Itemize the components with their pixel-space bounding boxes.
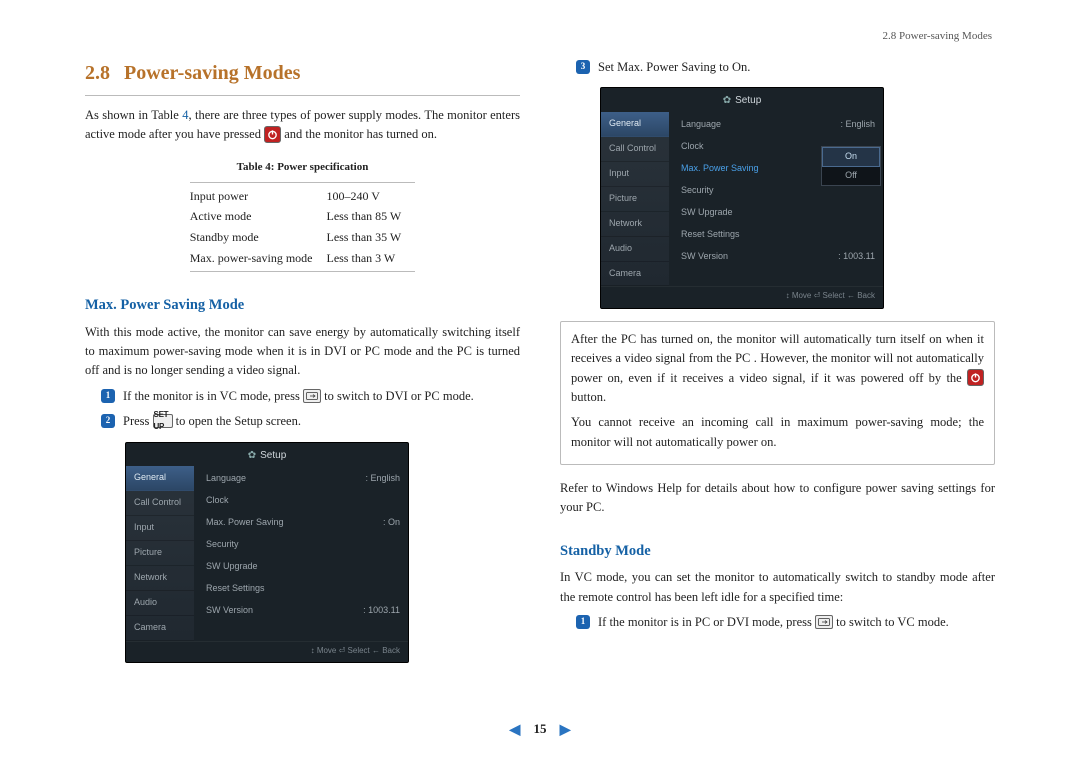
step-item: 1 If the monitor is in PC or DVI mode, p… <box>576 613 995 632</box>
standby-paragraph: In VC mode, you can set the monitor to a… <box>560 568 995 607</box>
subheading-standby: Standby Mode <box>560 540 995 562</box>
osd-side-item: Call Control <box>601 137 669 162</box>
osd-dropdown: On Off <box>821 146 881 186</box>
setup-button-icon: SET UP <box>153 414 173 428</box>
osd-option-on: On <box>822 147 880 167</box>
osd-sidebar: General Call Control Input Picture Netwo… <box>126 466 194 641</box>
osd-option-off: Off <box>822 167 880 185</box>
step-number-badge: 1 <box>101 389 115 403</box>
osd-side-item: General <box>601 112 669 137</box>
source-icon <box>303 389 321 403</box>
osd-side-item: Picture <box>126 541 194 566</box>
osd-side-item: Camera <box>126 616 194 641</box>
table-row: Input power100–240 V <box>190 182 416 206</box>
osd-side-item: Network <box>601 212 669 237</box>
step-number-badge: 1 <box>576 615 590 629</box>
osd-side-item: General <box>126 466 194 491</box>
page-navigator: ◀ 15 ▶ <box>0 721 1080 739</box>
step-item: 3 Set Max. Power Saving to On. <box>576 58 995 77</box>
osd-main: Language: English Clock Max. Power Savin… <box>194 466 408 641</box>
power-icon <box>967 369 984 386</box>
running-header: 2.8 Power-saving Modes <box>883 30 992 42</box>
left-column: 2.8 Power-saving Modes As shown in Table … <box>85 58 520 673</box>
note-box: After the PC has turned on, the monitor … <box>560 321 995 465</box>
table-row: Active modeLess than 85 W <box>190 206 416 227</box>
osd-side-item: Camera <box>601 262 669 287</box>
osd-screenshot-general: Setup General Call Control Input Picture… <box>125 442 409 663</box>
section-heading: 2.8 Power-saving Modes <box>85 58 520 89</box>
table-row: Standby modeLess than 35 W <box>190 227 416 248</box>
osd-side-item: Input <box>126 516 194 541</box>
osd-footer-hints: ↕ Move ⏎ Select ← Back <box>601 286 883 307</box>
source-icon <box>815 615 833 629</box>
osd-screenshot-maxpower: Setup General Call Control Input Picture… <box>600 87 884 308</box>
intro-paragraph: As shown in Table 4, there are three typ… <box>85 106 520 145</box>
osd-title: Setup <box>126 443 408 467</box>
subheading-max-power: Max. Power Saving Mode <box>85 294 520 316</box>
next-page-icon[interactable]: ▶ <box>560 722 571 739</box>
osd-side-item: Call Control <box>126 491 194 516</box>
step-number-badge: 3 <box>576 60 590 74</box>
max-power-paragraph: With this mode active, the monitor can s… <box>85 323 520 381</box>
osd-side-item: Audio <box>126 591 194 616</box>
section-title-text: Power-saving Modes <box>124 62 300 84</box>
step-item: 2 Press SET UP to open the Setup screen. <box>101 412 520 431</box>
step-item: 1 If the monitor is in VC mode, press to… <box>101 387 520 406</box>
refer-windows-help: Refer to Windows Help for details about … <box>560 479 995 518</box>
rule <box>85 95 520 96</box>
osd-side-item: Picture <box>601 187 669 212</box>
table-caption: Table 4: Power specification <box>85 159 520 176</box>
osd-side-item: Input <box>601 162 669 187</box>
osd-sidebar: General Call Control Input Picture Netwo… <box>601 112 669 287</box>
step-number-badge: 2 <box>101 414 115 428</box>
table-row: Max. power-saving modeLess than 3 W <box>190 248 416 272</box>
power-spec-table: Input power100–240 V Active modeLess tha… <box>190 182 416 272</box>
osd-main: Language: English Clock Max. Power Savin… <box>669 112 883 287</box>
page-number: 15 <box>534 721 547 736</box>
section-number: 2.8 <box>85 62 110 84</box>
osd-title: Setup <box>601 88 883 112</box>
osd-footer-hints: ↕ Move ⏎ Select ← Back <box>126 641 408 662</box>
power-icon <box>264 126 281 143</box>
prev-page-icon[interactable]: ◀ <box>509 722 520 739</box>
osd-side-item: Network <box>126 566 194 591</box>
osd-side-item: Audio <box>601 237 669 262</box>
right-column: 3 Set Max. Power Saving to On. Setup Gen… <box>560 58 995 673</box>
